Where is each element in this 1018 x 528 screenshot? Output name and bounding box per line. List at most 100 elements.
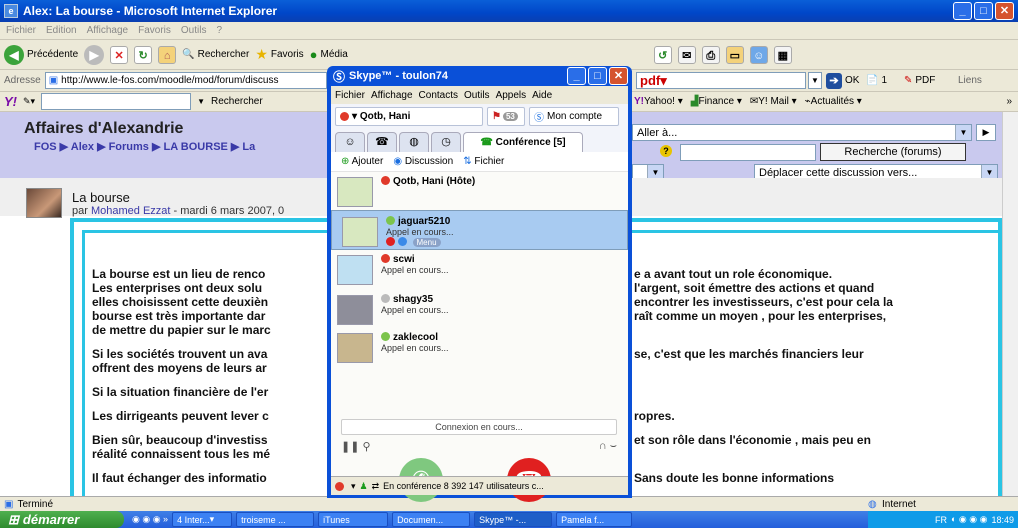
participant-menu-button[interactable]: Menu [412,237,441,247]
skype-maximize-button[interactable]: □ [588,67,607,85]
participant-row[interactable]: Qotb, Hani (Hôte) [331,174,628,210]
tab-skypeout[interactable]: ◍ [399,132,429,152]
tab-history[interactable]: ◷ [431,132,461,152]
help-icon[interactable]: ? [660,145,672,157]
address-input[interactable]: ▣ http://www.le-fos.com/moodle/mod/forum… [44,72,327,89]
post-text-line: Il faut échanger des informatio [92,471,267,485]
media-button[interactable]: ● Média [310,47,348,62]
events-flag-button[interactable]: ⚑ 53 [487,106,525,126]
research-icon[interactable]: ▦ [773,45,792,64]
refresh-icon[interactable]: ↻ [134,45,153,64]
participant-row[interactable]: shagy35 Appel en cours... [331,292,628,328]
address-dropdown-button[interactable]: ▼ [808,72,822,89]
add-participant-button[interactable]: ⊕ Ajouter [341,156,383,167]
menu-affichage[interactable]: Affichage [87,25,129,36]
tab-dial[interactable]: ☎ [367,132,397,152]
ymail-link[interactable]: ✉Y! Mail ▾ [750,96,797,107]
task-itunes[interactable]: iTunes [318,512,389,527]
pdf-pages-button[interactable]: 📄 1 [866,75,887,86]
home-icon[interactable]: ⌂ [158,45,177,64]
participant-row[interactable]: zaklecool Appel en cours... [331,330,628,366]
chat-label: Discussion [404,156,454,167]
pdf-search-input[interactable]: pdf ▾ [636,72,806,89]
task-folder[interactable]: troiseme ... [236,512,315,527]
mail-icon[interactable]: ✉ [677,45,696,64]
task-skype[interactable]: Skype™ -... [474,512,553,527]
skype-menu-affichage[interactable]: Affichage [371,90,413,101]
status-icon [381,294,390,303]
online-status-icon[interactable] [335,481,344,491]
skype-minimize-button[interactable]: _ [567,67,586,85]
news-link[interactable]: ⌁Actualités ▾ [805,96,862,107]
maximize-button[interactable]: □ [974,2,993,20]
site-name[interactable]: Affaires d'Alexandrie [24,120,183,138]
more-links-icon[interactable]: » [1006,96,1012,107]
forward-button[interactable]: ▶ [84,44,105,65]
participant-row[interactable]: scwi Appel en cours... [331,252,628,288]
skype-menu-fichier[interactable]: Fichier [335,90,365,101]
task-pamela[interactable]: Pamela f... [556,512,633,527]
pen-icon[interactable]: ✎▾ [23,96,35,107]
minimize-button[interactable]: _ [953,2,972,20]
author-link[interactable]: Mohamed Ezzat [91,205,170,217]
history-icon[interactable]: ↺ [653,45,672,64]
chat-icon: ◉ [393,156,403,167]
participant-avatar [342,216,378,247]
tray-icons[interactable]: ◐ ◉ ◉ ◉ [951,514,988,525]
page-scrollbar[interactable] [1002,112,1018,496]
skype-menu-aide[interactable]: Aide [532,90,552,101]
tab-conference[interactable]: ☎ Conférence [5] [463,132,583,152]
finance-link[interactable]: ▟Finance ▾ [691,96,742,107]
folder-icon[interactable]: ▭ [725,45,744,64]
yahoo-search-dropdown[interactable]: ▼ [197,97,205,106]
quicklaunch-icons[interactable]: ◉ ◉ ◉ » [132,514,168,525]
author-avatar[interactable] [26,188,62,218]
stop-icon[interactable]: ✕ [110,45,129,64]
messenger-icon[interactable]: ☺ [749,45,768,64]
send-file-button[interactable]: ⇅ Fichier [463,156,504,167]
chat-small-icon[interactable] [398,236,407,246]
menu-help[interactable]: ? [216,25,222,36]
contact-status-button[interactable]: ▾ Qotb, Hani [335,106,483,126]
breadcrumb[interactable]: FOS ▶ Alex ▶ Forums ▶ LA BOURSE ▶ La [34,140,255,153]
skype-menu-contacts[interactable]: Contacts [419,90,458,101]
skype-menu-appels[interactable]: Appels [496,90,527,101]
task-document[interactable]: Documen... [392,512,471,527]
favorites-button[interactable]: ★ Favoris [255,46,303,63]
tab-contacts[interactable]: ☺ [335,132,365,152]
language-indicator[interactable]: FR [935,515,947,525]
pdf-button[interactable]: ✎ PDF [904,75,935,86]
pdf-doc-icon: 📄 [866,75,879,86]
print-icon[interactable]: ⎙ [701,45,720,64]
yahoo-link[interactable]: Y!Yahoo! ▾ [634,96,683,107]
menu-outils[interactable]: Outils [181,25,207,36]
volume-icon[interactable]: ∩ ⌣ [599,440,617,453]
back-button[interactable]: ◀ Précédente [4,44,78,65]
yahoo-search-button[interactable]: Rechercher [211,96,263,107]
search-button[interactable]: 🔍 Rechercher [182,49,249,60]
yahoo-search-input[interactable] [41,93,192,110]
chat-button[interactable]: ◉ Discussion [393,156,453,167]
jump-go-button[interactable]: ▶ [976,124,996,141]
close-button[interactable]: ✕ [995,2,1014,20]
pause-icon[interactable]: ❚❚ ⚲ [341,440,371,453]
menu-edition[interactable]: Edition [46,25,77,36]
forum-search-button[interactable]: Recherche (forums) [820,143,966,161]
go-button[interactable]: ➔ OK [826,72,859,89]
my-account-button[interactable]: Ⓢ Mon compte [529,106,619,126]
yahoo-logo[interactable]: Y! [4,94,17,109]
links-label[interactable]: Liens [958,75,982,86]
post-text-line: l'argent, soit émettre des actions et qu… [634,281,875,295]
participant-row[interactable]: jaguar5210 Appel en cours... Menu [331,210,628,250]
skype-close-button[interactable]: ✕ [609,67,628,85]
menu-favoris[interactable]: Favoris [138,25,171,36]
start-button[interactable]: ⊞ démarrer [0,511,124,528]
skype-menu-outils[interactable]: Outils [464,90,490,101]
jump-to-select[interactable]: Aller à... ▼ [632,124,972,141]
forum-search-input[interactable] [680,144,816,161]
connection-status: Connexion en cours... [341,419,617,435]
menu-fichier[interactable]: Fichier [6,25,36,36]
conference-tab-label: Conférence [5] [495,137,566,148]
hangup-small-icon[interactable] [386,236,395,246]
task-ie[interactable]: 4 Inter... ▾ [172,512,233,527]
